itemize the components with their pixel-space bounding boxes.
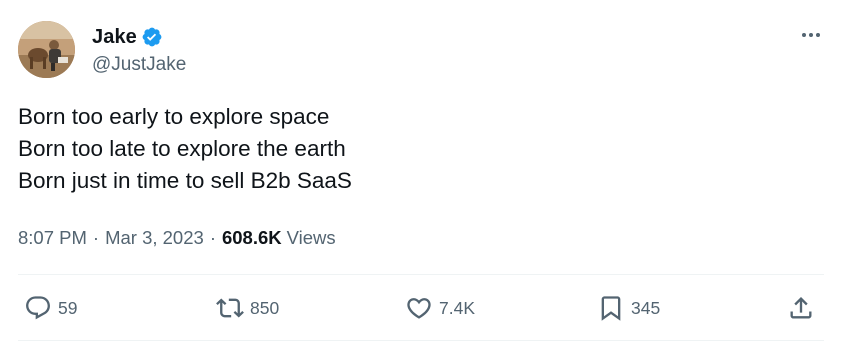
meta-separator: ·: [209, 227, 216, 248]
views-count: 608.6K: [221, 227, 282, 248]
like-button[interactable]: 7.4K: [405, 292, 475, 324]
reply-count: 59: [58, 297, 78, 318]
views-label: Views: [286, 227, 336, 248]
author-handle[interactable]: @JustJake: [92, 54, 186, 76]
bookmark-count: 345: [631, 297, 661, 318]
reply-icon: [26, 296, 50, 320]
avatar-image: [18, 21, 75, 78]
retweet-count: 850: [250, 297, 280, 318]
more-options-button[interactable]: [796, 22, 826, 48]
retweet-button[interactable]: 850: [216, 292, 279, 324]
share-icon: [790, 297, 812, 319]
tweet-time[interactable]: 8:07 PM: [18, 227, 87, 249]
like-count: 7.4K: [439, 297, 475, 318]
author-name-row: Jake: [92, 24, 163, 50]
tweet-line: Born too early to explore space: [18, 104, 330, 129]
tweet-line: Born too late to explore the earth: [18, 136, 346, 161]
more-dot-icon: [802, 33, 806, 37]
bookmark-button[interactable]: 345: [597, 292, 660, 324]
avatar[interactable]: [18, 21, 75, 78]
more-dot-icon: [809, 33, 813, 37]
heart-icon: [407, 298, 431, 319]
retweet-icon: [216, 298, 244, 318]
divider: [18, 274, 824, 275]
author-name[interactable]: Jake: [92, 26, 137, 49]
tweet-meta: 8:07 PM · Mar 3, 2023 · 608.6K Views: [18, 227, 336, 249]
meta-separator: ·: [92, 227, 100, 248]
more-dot-icon: [816, 33, 820, 37]
divider: [18, 340, 824, 341]
bookmark-icon: [601, 296, 621, 321]
tweet-line: Born just in time to sell B2b SaaS: [18, 168, 352, 193]
verified-badge-icon: [141, 26, 163, 48]
tweet-text: Born too early to explore space Born too…: [18, 101, 352, 197]
reply-button[interactable]: 59: [24, 292, 77, 324]
share-button[interactable]: [787, 292, 815, 324]
tweet-date[interactable]: Mar 3, 2023: [105, 227, 204, 249]
tweet-card: Jake @JustJake Born too early to explore…: [0, 0, 844, 344]
